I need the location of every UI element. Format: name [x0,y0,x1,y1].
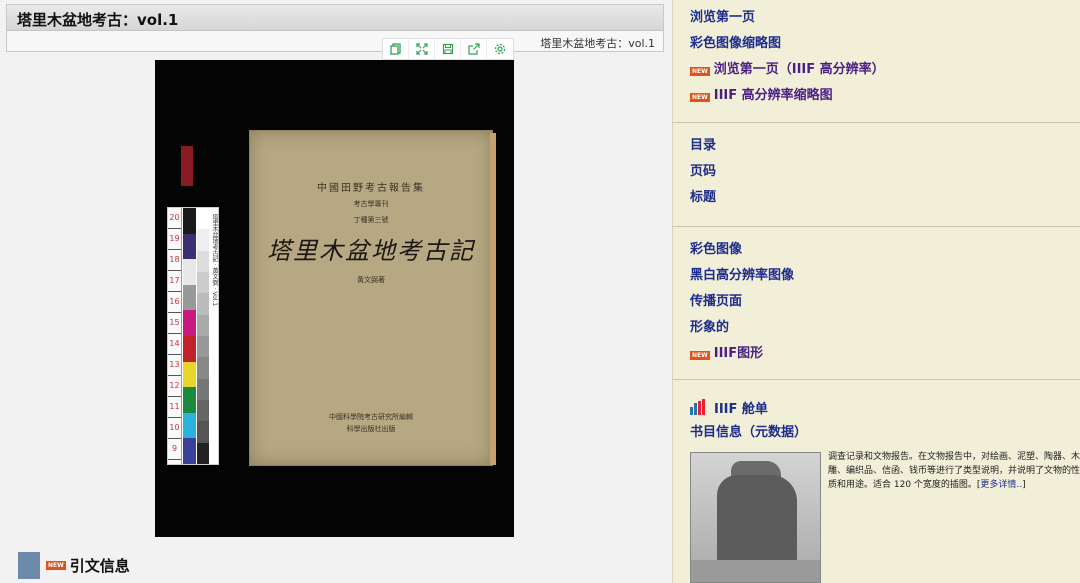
sidebar: 浏览第一页 彩色图像缩略图 NEW 浏览第一页（IIIF 高分辨率） NEW III… [672,0,1080,583]
book-series: 中國田野考古報告集 [317,183,425,194]
sidebar-link-iiif-thumbnails[interactable]: NEW IIIF 高分辨率缩略图 [690,83,1080,109]
ruler-mark: 13 [168,355,181,376]
book-author: 黃文弼著 [357,276,385,284]
sidebar-link-iiif-graphics[interactable]: NEW IIIF图形 [690,341,1080,367]
description-end: ] [1022,480,1026,490]
citation-icon [18,552,40,579]
sidebar-section-view: 浏览第一页 彩色图像缩略图 NEW 浏览第一页（IIIF 高分辨率） NEW III… [673,0,1080,123]
ruler-mark: 14 [168,334,181,355]
ruler-mark: 12 [168,376,181,397]
ruler-mark: 18 [168,250,181,271]
viewer-pane: 塔里木盆地考古：vol.1 塔里木盆地考古：vol.1 20 19 18 17 … [0,0,672,583]
ruler-mark: 15 [168,313,181,334]
book-series-sub: 考古學專刊 [353,200,389,208]
description-area: 调查记录和文物报告。在文物报告中，对绘画、泥塑、陶器、木雕、编织品、信函、钱币等… [690,450,1080,583]
ruler-mark: 16 [168,292,181,313]
share-icon[interactable] [461,39,487,59]
ruler: 20 19 18 17 16 15 14 13 12 11 10 9 [168,208,182,464]
more-details-link[interactable]: 更多详情.. [980,480,1022,490]
iiif-logo-icon [690,399,706,415]
sidebar-link-page-numbers[interactable]: 页码 [690,159,1080,185]
ruler-mark: 9 [168,439,181,460]
save-icon[interactable] [435,39,461,59]
description-text: 调查记录和文物报告。在文物报告中，对绘画、泥塑、陶器、木雕、编织品、信函、钱币等… [828,450,1080,492]
title-box: 塔里木盆地考古：vol.1 塔里木盆地考古：vol.1 [6,4,664,52]
ruler-mark: 17 [168,271,181,292]
pages-icon[interactable] [383,39,409,59]
sidebar-link-bw-images[interactable]: 黑白高分辨率图像 [690,263,1080,289]
page-title: 塔里木盆地考古：vol.1 [7,5,663,31]
book-publisher: 中國科學院考古研究所編輯 科學出版社出版 [250,411,492,435]
new-badge: NEW [690,351,710,360]
ruin-thumbnail-image[interactable] [690,452,821,583]
ruler-mark: 11 [168,397,181,418]
page-subtitle: 塔里木盆地考古：vol.1 [540,37,655,50]
link-label: IIIF图形 [713,346,764,361]
publisher-line: 中國科學院考古研究所編輯 [329,413,413,421]
sidebar-link-pictorial[interactable]: 形象的 [690,315,1080,341]
sidebar-link-first-page-iiif[interactable]: NEW 浏览第一页（IIIF 高分辨率） [690,57,1080,83]
viewer-toolbar [382,38,514,60]
settings-icon[interactable] [487,39,513,59]
sidebar-link-toc[interactable]: 目录 [690,133,1080,159]
fullscreen-icon[interactable] [409,39,435,59]
sidebar-link-first-page[interactable]: 浏览第一页 [690,5,1080,31]
scale-label: 塔里木盆地考古記 · 黃文弼 · Vol.1 [211,214,218,307]
new-badge: NEW [690,67,710,76]
iiif-manifest-row[interactable]: IIIF 舱单 [690,394,1080,420]
ruler-mark: 20 [168,208,181,229]
new-badge: NEW [690,93,710,102]
sidebar-link-headings[interactable]: 标题 [690,185,1080,211]
gray-swatches [197,208,209,464]
book-title: 塔里木盆地考古記 [267,237,475,265]
iiif-manifest-link[interactable]: IIIF 舱单 [714,398,768,417]
color-scale-bar: 20 19 18 17 16 15 14 13 12 11 10 9 塔里木盆地… [167,207,219,465]
ruler-mark: 10 [168,418,181,439]
ruler-mark: 19 [168,229,181,250]
sidebar-link-spread-pages[interactable]: 传播页面 [690,289,1080,315]
link-label: IIIF 高分辨率缩略图 [713,88,833,103]
sidebar-link-bibliography[interactable]: 书目信息（元数据） [690,420,1080,446]
sidebar-section-navigation: 目录 页码 标题 [673,123,1080,227]
link-label: 浏览第一页（IIIF 高分辨率） [713,62,885,77]
sidebar-link-color-thumbnails[interactable]: 彩色图像缩略图 [690,31,1080,57]
sidebar-section-images: 彩色图像 黑白高分辨率图像 传播页面 形象的 NEW IIIF图形 [673,227,1080,380]
red-tab [181,146,193,186]
page-image-viewer[interactable]: 20 19 18 17 16 15 14 13 12 11 10 9 塔里木盆地… [155,60,514,537]
color-swatches [183,208,196,464]
book-series-number: 丁種第三號 [353,216,389,224]
publisher-line: 科學出版社出版 [346,425,396,433]
new-badge: NEW [46,561,66,570]
sidebar-link-color-images[interactable]: 彩色图像 [690,237,1080,263]
description-body: 调查记录和文物报告。在文物报告中，对绘画、泥塑、陶器、木雕、编织品、信函、钱币等… [828,452,1080,490]
sidebar-section-metadata: IIIF 舱单 书目信息（元数据） 调查记录和文物报告。在文物报告中，对绘画、泥… [673,380,1080,583]
citation-label: 引文信息 [69,557,130,575]
book-cover: 中國田野考古報告集 考古學專刊 丁種第三號 塔里木盆地考古記 黃文弼著 中國科學… [249,130,496,466]
citation-section[interactable]: NEW 引文信息 [18,552,130,579]
